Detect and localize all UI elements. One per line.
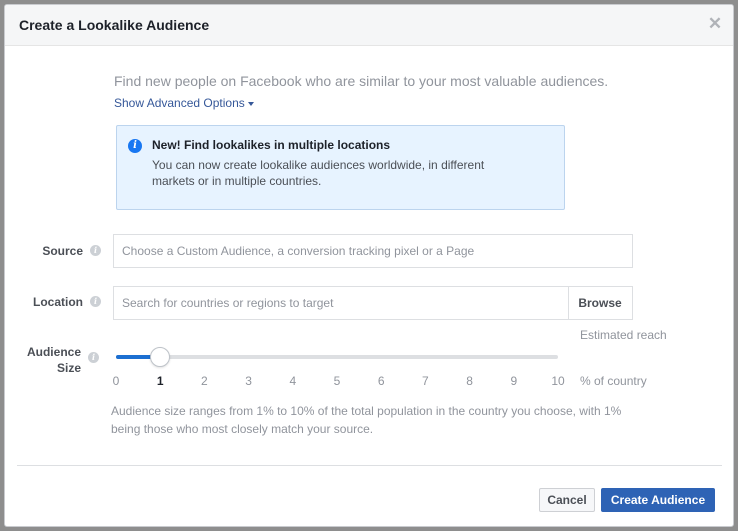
slider-tick-label[interactable]: 1 [157,374,164,388]
slider-tick-label[interactable]: 10 [551,374,564,388]
show-advanced-options-link[interactable]: Show Advanced Options [114,96,254,110]
slider-tick-label[interactable]: 4 [289,374,296,388]
cancel-button[interactable]: Cancel [539,488,595,512]
location-help-icon[interactable]: i [90,296,101,307]
slider-tick-label[interactable]: 5 [334,374,341,388]
info-notice: i New! Find lookalikes in multiple locat… [116,125,565,210]
intro-text: Find new people on Facebook who are simi… [114,73,609,89]
audience-size-help-icon[interactable]: i [88,352,99,363]
source-input[interactable] [113,234,633,268]
slider-tick-label[interactable]: 2 [201,374,208,388]
slider-tick-label[interactable]: 9 [510,374,517,388]
location-input[interactable] [113,286,633,320]
audience-size-label: Audience Size [19,344,81,376]
notice-title: New! Find lookalikes in multiple locatio… [152,138,391,152]
slider-tick-label[interactable]: 0 [113,374,120,388]
source-help-icon[interactable]: i [90,245,101,256]
footer-divider [17,465,722,466]
percent-of-country-label: % of country [580,374,647,388]
slider-tick-label[interactable]: 6 [378,374,385,388]
estimated-reach-label: Estimated reach [580,328,667,342]
audience-size-slider[interactable] [116,347,558,367]
slider-thumb[interactable] [150,347,171,367]
create-audience-button[interactable]: Create Audience [601,488,715,512]
notice-body: You can now create lookalike audiences w… [152,158,485,188]
close-icon[interactable]: ✕ [707,15,723,32]
dialog-title: Create a Lookalike Audience [19,17,210,33]
audience-size-note: Audience size ranges from 1% to 10% of t… [111,404,622,436]
audience-size-label-line1: Audience [26,345,81,359]
show-advanced-options-label: Show Advanced Options [114,96,245,110]
slider-tick-label[interactable]: 7 [422,374,429,388]
info-icon: i [128,139,142,153]
source-label: Source [42,244,83,258]
location-label: Location [33,295,83,309]
slider-tick-label[interactable]: 3 [245,374,252,388]
lookalike-audience-dialog: Create a Lookalike Audience ✕ Find new p… [4,4,734,527]
browse-button[interactable]: Browse [568,287,631,319]
dialog-header: Create a Lookalike Audience ✕ [5,5,733,46]
audience-size-label-line2: Size [56,361,81,375]
slider-tick-label[interactable]: 8 [466,374,473,388]
caret-down-icon [247,101,254,106]
